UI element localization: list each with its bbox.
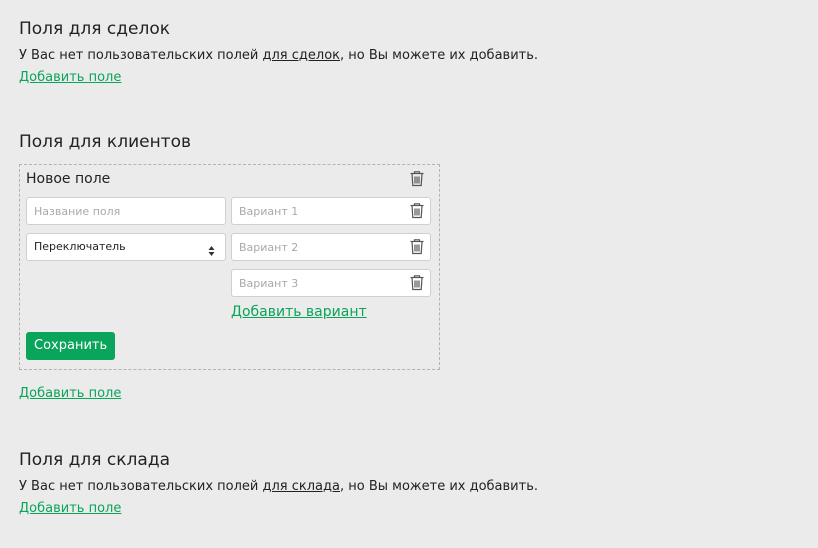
save-button[interactable]: Сохранить — [26, 332, 116, 360]
deals-add-field-link[interactable]: Добавить поле — [19, 69, 121, 87]
variant-input-1[interactable] — [231, 197, 431, 225]
clients-section-title: Поля для клиентов — [19, 132, 192, 152]
warehouse-section-title: Поля для склада — [19, 450, 170, 470]
variant-row-3 — [231, 269, 431, 297]
deals-section-title: Поля для сделок — [19, 19, 171, 39]
deals-note-text-after: , но Вы можете их добавить. — [340, 48, 539, 63]
select-arrows-icon — [208, 241, 215, 256]
variant-input-3[interactable] — [231, 269, 431, 297]
deals-note-link[interactable]: для сделок — [263, 48, 341, 63]
clients-add-field-link[interactable]: Добавить поле — [19, 385, 121, 403]
trash-icon[interactable] — [409, 274, 425, 291]
variant-row-1 — [231, 197, 431, 225]
warehouse-note-text-after: , но Вы можете их добавить. — [339, 479, 538, 494]
clients-fields-section: Поля для клиентов — [19, 131, 191, 153]
warehouse-note-text-before: У Вас нет пользовательских полей — [19, 479, 263, 494]
field-type-select[interactable]: Переключатель — [26, 233, 226, 261]
variant-input-2[interactable] — [231, 233, 431, 261]
field-name-input[interactable] — [26, 197, 226, 225]
warehouse-note-link[interactable]: для склада — [263, 479, 340, 494]
field-type-value: Переключатель — [34, 240, 126, 253]
add-variant-link[interactable]: Добавить вариант — [231, 303, 367, 321]
deals-note-text-before: У Вас нет пользовательских полей — [19, 48, 263, 63]
deals-empty-note: У Вас нет пользовательских полей для сде… — [19, 47, 538, 65]
warehouse-fields-section: Поля для склада У Вас нет пользовательск… — [19, 449, 538, 518]
new-field-card-title: Новое поле — [26, 171, 111, 187]
warehouse-add-field-link[interactable]: Добавить поле — [19, 500, 121, 518]
variant-row-2 — [231, 233, 431, 261]
trash-icon[interactable] — [409, 202, 425, 219]
deals-fields-section: Поля для сделок У Вас нет пользовательск… — [19, 18, 538, 87]
trash-icon[interactable] — [409, 170, 425, 187]
warehouse-empty-note: У Вас нет пользовательских полей для скл… — [19, 478, 538, 496]
new-field-card: Новое поле Переключатель — [19, 164, 440, 370]
trash-icon[interactable] — [409, 238, 425, 255]
